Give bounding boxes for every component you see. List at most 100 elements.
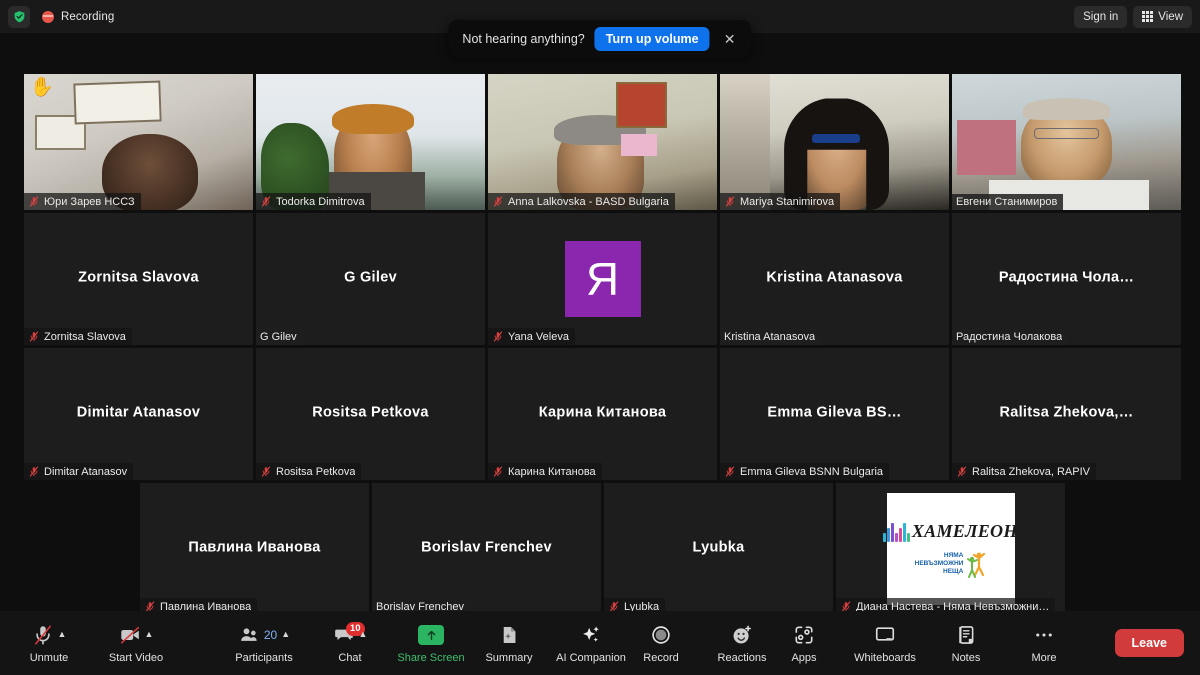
toolbar-reactions-button[interactable]: Reactions xyxy=(708,616,776,670)
toolbar-video-label: Start Video xyxy=(108,652,164,664)
toolbar-more-button[interactable]: More xyxy=(1018,616,1070,670)
more-ellipsis-icon xyxy=(1036,633,1052,637)
gallery-row: Dimitar Atanasov Dimitar Atanasov Rositsa … xyxy=(24,348,1181,480)
chevron-up-icon[interactable]: ▲ xyxy=(145,629,154,639)
toolbar-notes-button[interactable]: Notes xyxy=(940,616,992,670)
participant-tile[interactable]: Lyubka Lyubka xyxy=(604,483,833,615)
avatar-initial: Я xyxy=(585,253,620,305)
participant-tile[interactable]: Евгени Станимиров xyxy=(952,74,1181,210)
participant-name-badge: Евгени Станимиров xyxy=(952,194,1064,210)
participant-name-label: Emma Gileva BSNN Bulgaria xyxy=(740,465,884,478)
participant-name-badge: Rositsa Petkova xyxy=(256,463,362,480)
participant-name-label: Kristina Atanasova xyxy=(724,331,816,343)
participant-tile[interactable]: Anna Lalkovska - BASD Bulgaria xyxy=(488,74,717,210)
participant-name-label: Dimitar Atanasov xyxy=(44,465,128,478)
toolbar-notes-label: Notes xyxy=(951,652,981,664)
company-logo: ХАМЕЛЕОН НЯМА НЕВЪЗМОЖНИ НЕЩА xyxy=(883,493,1017,605)
toolbar-ai-button[interactable]: AI Companion xyxy=(552,616,630,670)
participant-video xyxy=(952,74,1181,210)
participant-tile[interactable]: Dimitar Atanasov Dimitar Atanasov xyxy=(24,348,253,480)
participant-name-badge: Ralitsa Zhekova, RAPIV xyxy=(952,463,1096,480)
participant-tile[interactable]: Todorka Dimitrova xyxy=(256,74,485,210)
microphone-muted-icon xyxy=(261,466,271,477)
toolbar-summary-label: Summary xyxy=(485,652,533,664)
toolbar-chat-button[interactable]: 10 ▲ Chat xyxy=(322,616,378,670)
close-icon[interactable]: ✕ xyxy=(720,32,740,46)
sign-in-button[interactable]: Sign in xyxy=(1074,5,1128,28)
toolbar-share-button[interactable]: Share Screen xyxy=(392,616,470,670)
notes-icon xyxy=(958,626,973,644)
participant-video xyxy=(256,74,485,210)
participant-name-label: G Gilev xyxy=(260,331,297,343)
participant-tile[interactable]: ХАМЕЛЕОН НЯМА НЕВЪЗМОЖНИ НЕЩА Диана Настева … xyxy=(836,483,1065,615)
chevron-up-icon[interactable]: ▲ xyxy=(58,629,67,639)
participant-name-label: Юри Зарев НССЗ xyxy=(44,195,135,208)
chevron-up-icon[interactable]: ▲ xyxy=(281,629,290,639)
microphone-muted-icon xyxy=(493,331,503,342)
participant-name-badge: Todorka Dimitrova xyxy=(256,193,371,210)
turn-up-volume-button[interactable]: Turn up volume xyxy=(594,27,710,51)
logo-tagline: НЯМА НЕВЪЗМОЖНИ НЕЩА xyxy=(914,551,964,576)
participant-tile[interactable]: ✋ Юри Зарев НССЗ xyxy=(24,74,253,210)
participant-tile[interactable]: Карина Китанова Карина Китанова xyxy=(488,348,717,480)
microphone-muted-icon xyxy=(725,466,735,477)
toolbar-apps-button[interactable]: Apps xyxy=(778,616,830,670)
toolbar-record-label: Record xyxy=(643,652,679,664)
toolbar-record-button[interactable]: Record xyxy=(634,616,688,670)
share-screen-icon xyxy=(418,625,444,645)
participant-display-name: Kristina Atanasova xyxy=(766,269,903,286)
gallery-row: ✋ Юри Зарев НССЗ Todorka Dimitrova Anna Lal… xyxy=(24,74,1181,210)
logo-bars-icon xyxy=(883,520,910,542)
participant-display-name: Rositsa Petkova xyxy=(312,404,429,421)
participant-tile[interactable]: Павлина Иванова Павлина Иванова xyxy=(140,483,369,615)
participant-display-name: Emma Gileva BS… xyxy=(767,404,902,421)
participant-name-label: Rositsa Petkova xyxy=(276,465,356,478)
avatar: Я xyxy=(564,241,641,317)
participant-name-badge: Yana Veleva xyxy=(488,328,575,345)
recording-indicator[interactable]: Recording xyxy=(42,10,114,23)
participant-tile[interactable]: Kristina Atanasova Kristina Atanasova xyxy=(720,213,949,345)
participant-name-badge: Anna Lalkovska - BASD Bulgaria xyxy=(488,193,675,210)
participant-display-name: Карина Китанова xyxy=(538,404,667,421)
participant-tile[interactable]: Borislav Frenchev Borislav Frenchev xyxy=(372,483,601,615)
participants-count: 20 xyxy=(263,628,278,642)
participant-name-badge: Zornitsa Slavova xyxy=(24,328,132,345)
participant-tile[interactable]: G Gilev G Gilev xyxy=(256,213,485,345)
microphone-muted-icon xyxy=(261,196,271,207)
participant-tile[interactable]: Emma Gileva BS… Emma Gileva BSNN Bulgaria xyxy=(720,348,949,480)
participant-name-label: Todorka Dimitrova xyxy=(276,195,365,208)
view-button[interactable]: View xyxy=(1133,5,1192,28)
microphone-muted-icon xyxy=(725,196,735,207)
participant-tile[interactable]: Rositsa Petkova Rositsa Petkova xyxy=(256,348,485,480)
participant-video xyxy=(488,74,717,210)
reactions-smiley-icon xyxy=(733,625,751,644)
participant-tile[interactable]: Радостина Чола… Радостина Чолакова xyxy=(952,213,1181,345)
toolbar-whiteboards-label: Whiteboards xyxy=(854,652,916,664)
toolbar-chat-label: Chat xyxy=(338,652,362,664)
zoom-meeting-window: Recording Sign in View Not hearing anyth… xyxy=(0,0,1200,675)
leave-button[interactable]: Leave xyxy=(1114,629,1184,657)
participant-name-badge: Юри Зарев НССЗ xyxy=(24,193,141,210)
microphone-muted-icon xyxy=(34,625,51,645)
participant-tile[interactable]: Я Yana Veleva xyxy=(488,213,717,345)
chevron-up-icon[interactable]: ▲ xyxy=(359,629,368,639)
encryption-shield-button[interactable] xyxy=(8,5,30,28)
audio-toast: Not hearing anything? Turn up volume ✕ xyxy=(448,20,752,58)
toolbar-summary-button[interactable]: Summary xyxy=(478,616,540,670)
toolbar-video-button[interactable]: ▲ Start Video xyxy=(90,616,182,670)
toast-message: Not hearing anything? xyxy=(462,32,585,46)
participant-display-name: Borislav Frenchev xyxy=(421,539,552,556)
participant-name-label: Ralitsa Zhekova, RAPIV xyxy=(972,465,1090,478)
toolbar-apps-label: Apps xyxy=(791,652,817,664)
participant-display-name: Dimitar Atanasov xyxy=(76,404,201,421)
participant-tile[interactable]: Mariya Stanimirova xyxy=(720,74,949,210)
toolbar-audio-button[interactable]: ▲ Unmute xyxy=(14,616,84,670)
participant-tile[interactable]: Ralitsa Zhekova,… Ralitsa Zhekova, RAPIV xyxy=(952,348,1181,480)
participant-video xyxy=(24,74,253,210)
toolbar-whiteboards-button[interactable]: Whiteboards xyxy=(846,616,924,670)
view-label: View xyxy=(1158,10,1183,23)
toolbar-participants-button[interactable]: 20 ▲ Participants xyxy=(222,616,306,670)
microphone-muted-icon xyxy=(29,196,39,207)
participant-name-label: Zornitsa Slavova xyxy=(44,330,126,343)
participant-tile[interactable]: Zornitsa Slavova Zornitsa Slavova xyxy=(24,213,253,345)
